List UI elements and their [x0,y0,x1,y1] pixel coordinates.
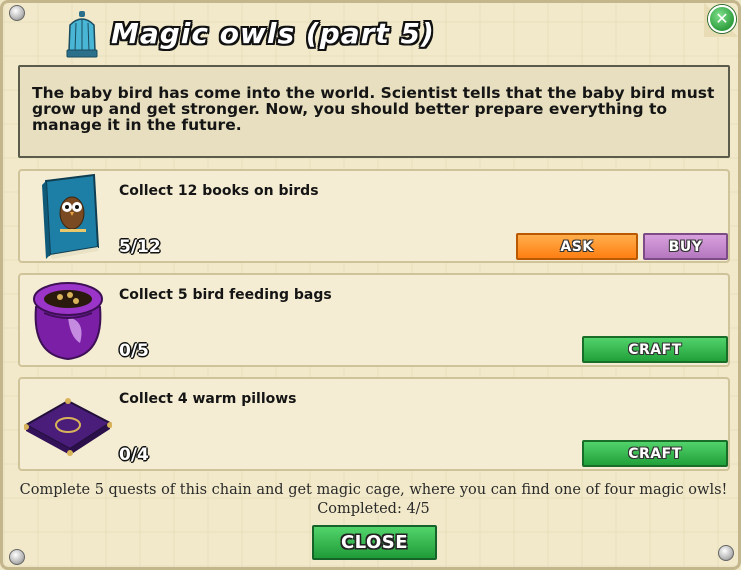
pillow-icon [24,398,112,456]
quest-progress: 5/12 [119,237,161,257]
close-button[interactable]: CLOSE [312,525,437,560]
quest-dialog: Magic owls (part 5) ✕ The baby bird has … [0,0,741,570]
craft-button[interactable]: CRAFT [582,336,728,363]
quest-row: Collect 4 warm pillows 0/4 CRAFT [18,377,730,471]
completed-text: Completed: 4/5 [317,501,430,517]
quest-text: Collect 4 warm pillows [119,391,297,407]
quest-row: Collect 5 bird feeding bags 0/5 CRAFT [18,273,730,367]
quest-progress: 0/5 [119,341,149,361]
rivet-icon [718,545,734,561]
quest-text: Collect 5 bird feeding bags [119,287,332,303]
quest-intro: The baby bird has come into the world. S… [18,65,730,158]
quest-progress: 0/4 [119,445,149,465]
dialog-title: Magic owls (part 5) [111,17,435,50]
reward-text: Complete 5 quests of this chain and get … [19,482,728,498]
quest-text: Collect 12 books on birds [119,183,319,199]
feeding-bag-icon [33,282,103,361]
craft-button[interactable]: CRAFT [582,440,728,467]
rivet-icon [9,5,25,21]
owl-cage-icon [66,11,98,58]
owl-book-icon [42,173,100,259]
rivet-icon [9,549,25,565]
quest-row: Collect 12 books on birds 5/12 ASK BUY [18,169,730,263]
buy-button[interactable]: BUY [643,233,728,260]
ask-button[interactable]: ASK [516,233,638,260]
quest-footer: Complete 5 quests of this chain and get … [3,481,741,519]
close-x-icon[interactable]: ✕ [708,5,736,33]
